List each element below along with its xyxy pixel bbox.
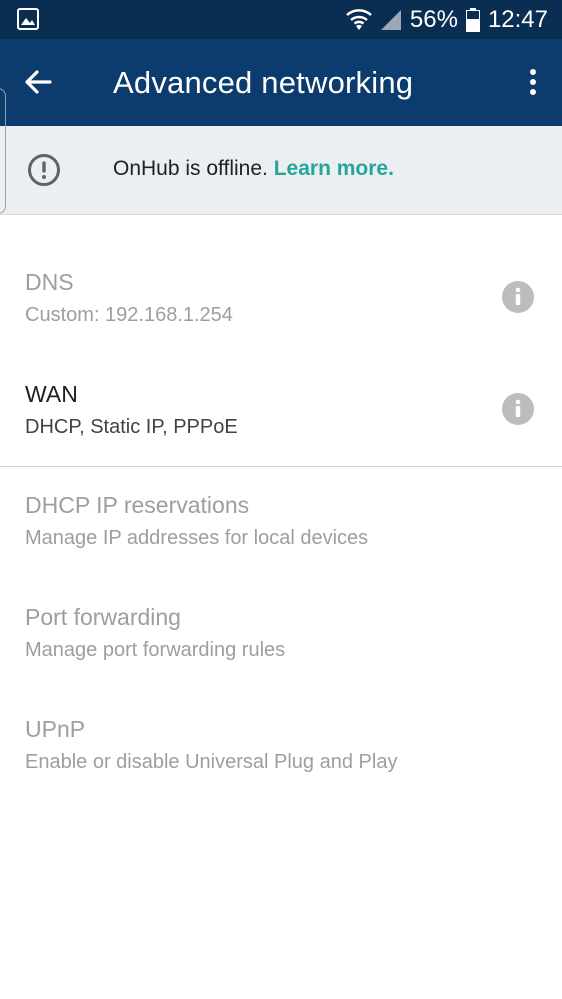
learn-more-link[interactable]: Learn more.: [274, 157, 394, 180]
dhcp-reservations-setting[interactable]: DHCP IP reservations Manage IP addresses…: [0, 467, 562, 579]
upnp-setting[interactable]: UPnP Enable or disable Universal Plug an…: [0, 691, 562, 803]
status-bar: 56% 12:47: [0, 0, 562, 39]
offline-message: OnHub is offline. Learn more.: [113, 157, 394, 181]
battery-icon: [465, 7, 480, 32]
clock: 12:47: [487, 5, 548, 33]
dhcp-reservations-subtitle: Manage IP addresses for local devices: [25, 527, 369, 549]
screen-edge-overlay: [0, 88, 6, 214]
wan-title: WAN: [25, 381, 78, 407]
wan-setting[interactable]: WAN DHCP, Static IP, PPPoE: [0, 356, 562, 468]
app-bar: Advanced networking: [0, 39, 562, 126]
back-button[interactable]: [18, 62, 58, 102]
dns-subtitle: Custom: 192.168.1.254: [25, 304, 233, 326]
offline-text: OnHub is offline.: [113, 157, 268, 180]
offline-banner: OnHub is offline. Learn more.: [0, 126, 562, 215]
dns-setting[interactable]: DNS Custom: 192.168.1.254: [0, 244, 562, 356]
port-forwarding-title: Port forwarding: [25, 604, 181, 630]
alert-circle-icon: [27, 153, 61, 187]
settings-list-bottom: DHCP IP reservations Manage IP addresses…: [0, 466, 562, 803]
settings-list-top: DNS Custom: 192.168.1.254 WAN DHCP, Stat…: [0, 244, 562, 468]
dhcp-reservations-title: DHCP IP reservations: [25, 492, 250, 518]
dns-title: DNS: [25, 269, 74, 295]
wifi-icon: [346, 8, 372, 32]
upnp-subtitle: Enable or disable Universal Plug and Pla…: [25, 751, 398, 773]
battery-percent: 56%: [409, 5, 458, 33]
gallery-notification-icon: [17, 8, 39, 30]
signal-icon: [380, 9, 402, 31]
port-forwarding-setting[interactable]: Port forwarding Manage port forwarding r…: [0, 579, 562, 691]
more-vert-icon: [530, 69, 536, 95]
more-options-button[interactable]: [518, 62, 548, 102]
page-title: Advanced networking: [113, 65, 414, 100]
upnp-title: UPnP: [25, 716, 86, 742]
arrow-back-icon: [25, 70, 52, 94]
port-forwarding-subtitle: Manage port forwarding rules: [25, 639, 286, 661]
wan-info-icon[interactable]: [502, 393, 534, 425]
wan-subtitle: DHCP, Static IP, PPPoE: [25, 416, 238, 438]
dns-info-icon[interactable]: [502, 281, 534, 313]
